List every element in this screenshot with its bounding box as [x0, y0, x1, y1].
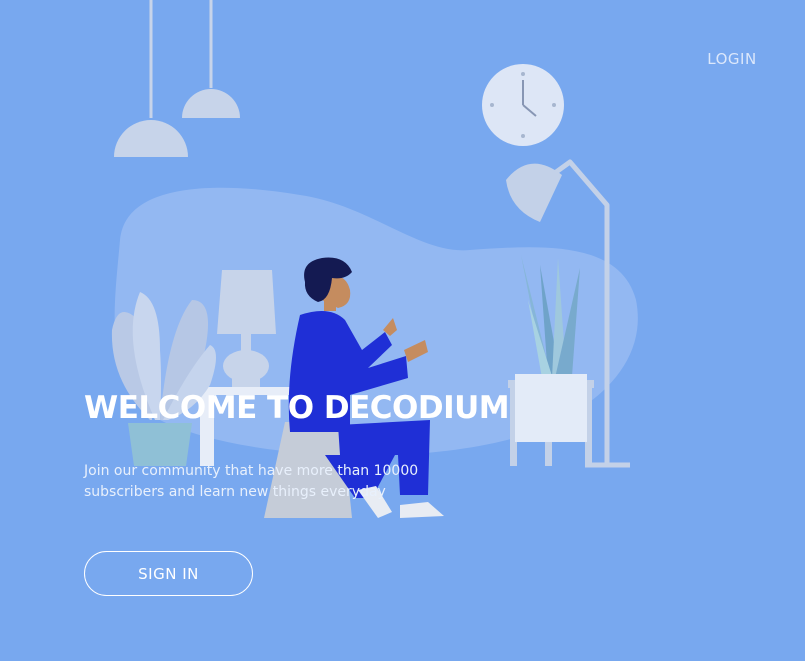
- pendant-lamp-icon: [114, 0, 240, 157]
- sign-in-button[interactable]: SIGN IN: [84, 551, 253, 596]
- landing-page: LOGIN WELCOME TO DECODIUM Join our commu…: [0, 0, 805, 661]
- login-link[interactable]: LOGIN: [700, 50, 764, 68]
- wall-clock-icon: [482, 64, 564, 146]
- hero-description: Join our community that have more than 1…: [84, 463, 419, 500]
- hero-title: WELCOME TO DECODIUM: [84, 390, 510, 426]
